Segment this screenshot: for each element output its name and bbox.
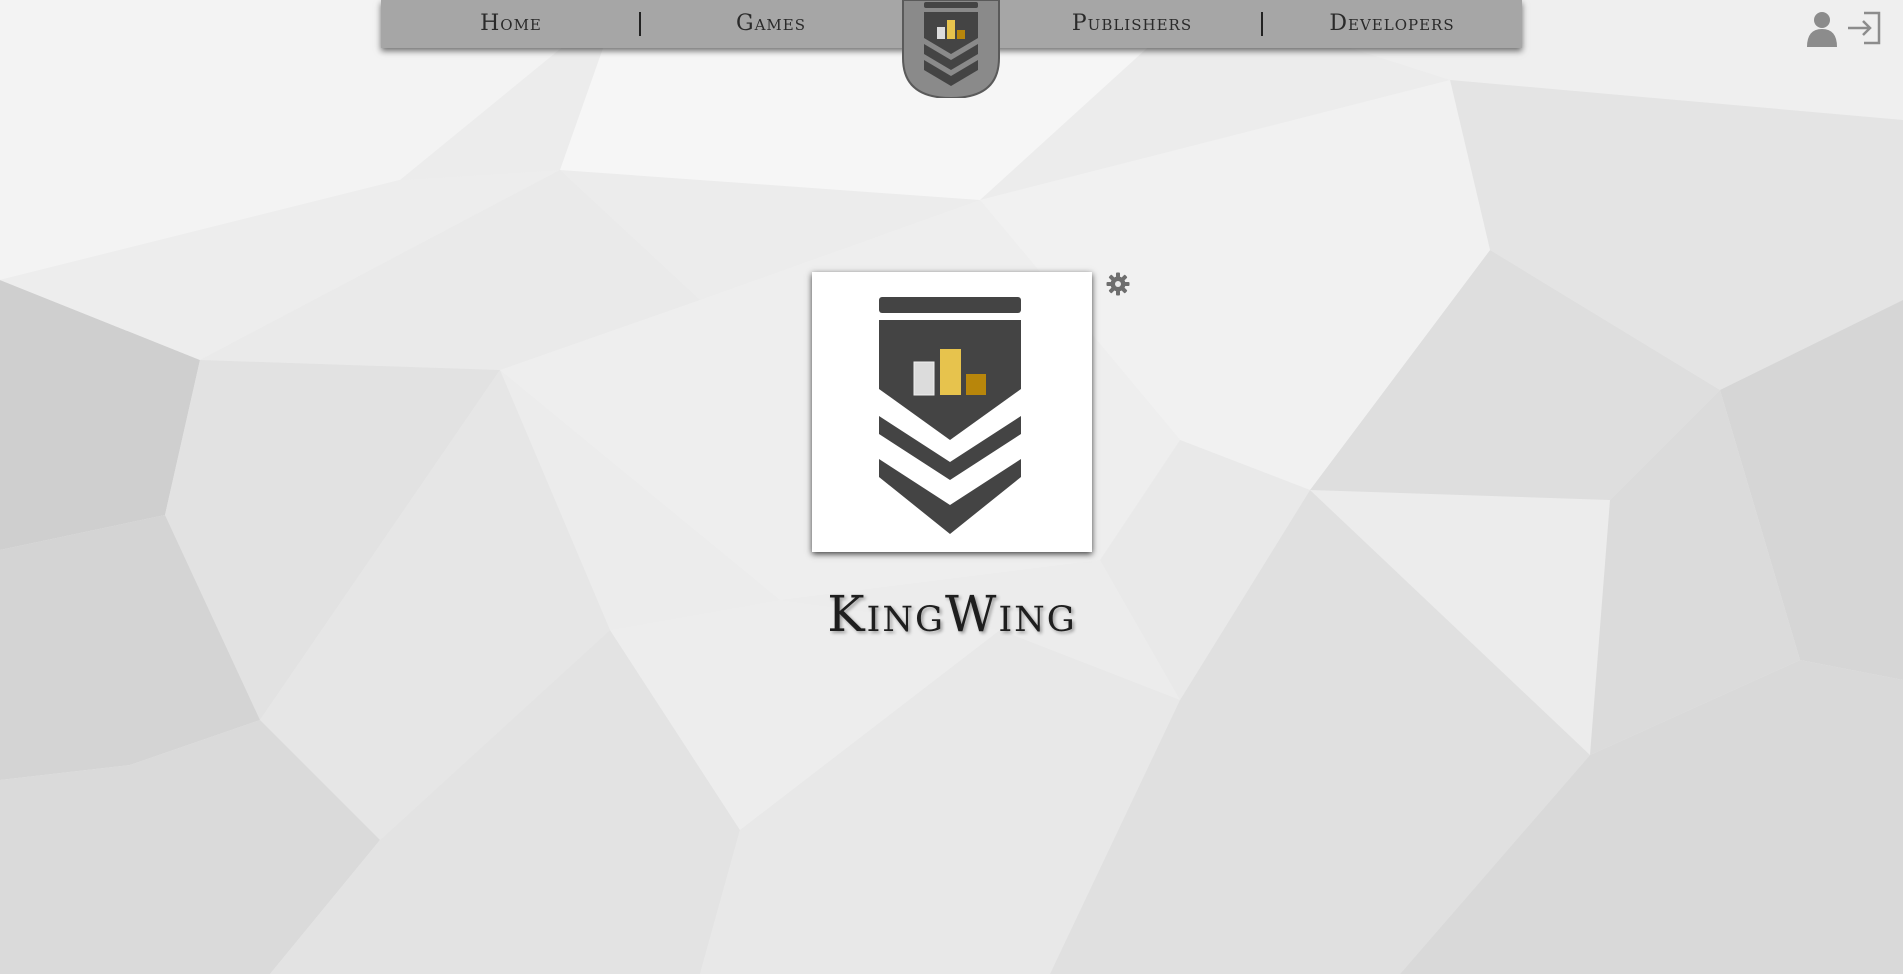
login-icon[interactable]	[1846, 9, 1882, 47]
home-emblem-logo[interactable]	[902, 0, 1000, 98]
nav-home-link[interactable]: Home	[381, 0, 641, 48]
user-icon[interactable]	[1804, 9, 1840, 47]
nav-publishers-link[interactable]: Publishers	[1002, 0, 1262, 48]
nav-developers-link[interactable]: Developers	[1262, 0, 1522, 48]
app-logo-card	[812, 272, 1092, 552]
kingwing-logo	[879, 297, 1021, 534]
nav-games-link[interactable]: Games	[641, 0, 901, 48]
gear-icon[interactable]	[1106, 272, 1130, 296]
page-title: KingWing	[827, 585, 1077, 643]
